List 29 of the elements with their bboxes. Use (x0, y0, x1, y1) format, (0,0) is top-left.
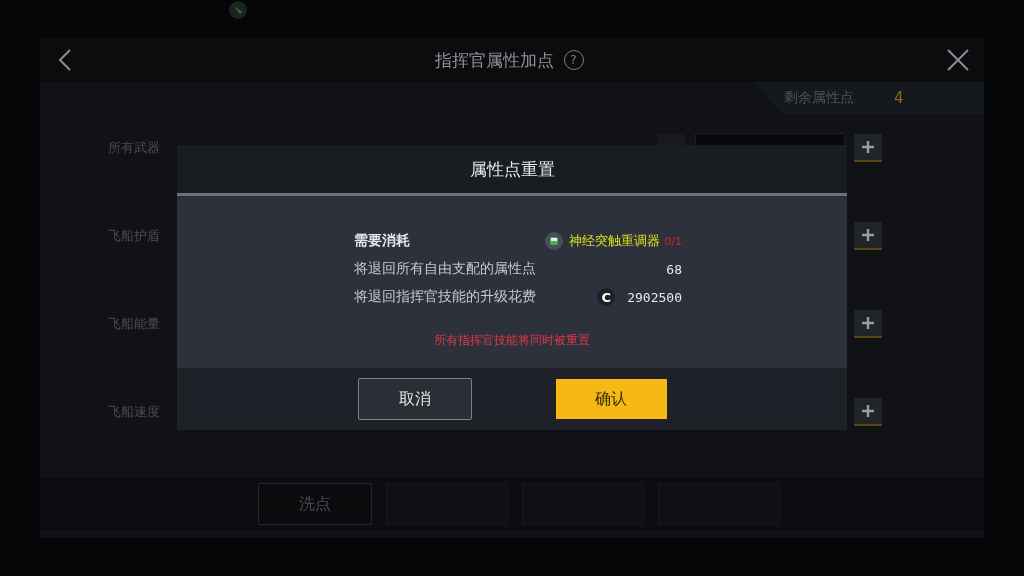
item-count: 0/1 (664, 234, 682, 248)
plus-icon (862, 405, 874, 417)
attribute-label: 飞船护盾 (108, 227, 160, 245)
plus-button[interactable] (854, 398, 882, 426)
refund-value: 68 (666, 261, 682, 277)
back-icon[interactable] (58, 48, 72, 72)
item-name: 神经突触重调器 (569, 232, 661, 250)
close-icon[interactable] (946, 48, 970, 72)
plus-button[interactable] (854, 310, 882, 338)
cost-label: 需要消耗 (354, 232, 410, 250)
refund-label: 将退回所有自由支配的属性点 (354, 260, 536, 278)
attribute-label: 所有武器 (108, 139, 160, 157)
confirm-button[interactable]: 确认 (555, 379, 667, 419)
refund-label: 将退回指挥官技能的升级花费 (354, 288, 536, 306)
refund-value: 2902500 (627, 289, 682, 305)
page-title: 指挥官属性加点 (434, 48, 554, 72)
plus-icon (862, 317, 874, 329)
attribute-label: 飞船速度 (108, 403, 160, 421)
plus-icon (862, 229, 874, 241)
currency-icon: C (597, 288, 616, 306)
remaining-points-value: 4 (894, 89, 904, 107)
plus-icon (862, 141, 874, 153)
cancel-button[interactable]: 取消 (357, 378, 472, 420)
ship-icon (228, 0, 248, 20)
item-icon (545, 232, 564, 250)
dialog-title: 属性点重置 (469, 157, 555, 181)
plus-button[interactable] (854, 222, 882, 250)
plus-button[interactable] (854, 134, 882, 162)
warning-text: 所有指挥官技能将同时被重置 (434, 332, 590, 349)
